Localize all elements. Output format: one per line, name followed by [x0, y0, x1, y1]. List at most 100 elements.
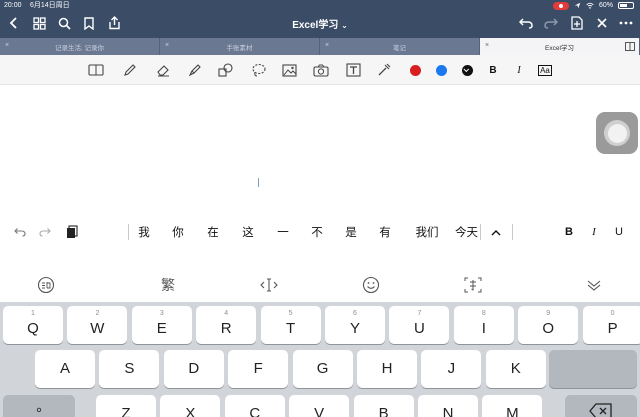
- voice-input-icon[interactable]: [36, 275, 56, 295]
- underline-format-button[interactable]: U: [609, 224, 629, 240]
- candidate-3[interactable]: 这: [238, 224, 258, 240]
- key-e[interactable]: 3E: [131, 306, 192, 344]
- back-icon[interactable]: [4, 13, 24, 33]
- delete-key[interactable]: [565, 395, 637, 417]
- candidate-8[interactable]: 我们: [409, 224, 445, 240]
- key-u[interactable]: 7U: [389, 306, 450, 344]
- paste-icon[interactable]: [62, 224, 82, 240]
- title-dropdown-icon: ⌄: [341, 21, 348, 30]
- note-canvas[interactable]: [0, 86, 640, 216]
- candidate-1[interactable]: 你: [168, 224, 188, 240]
- expand-candidates-button[interactable]: [486, 224, 506, 240]
- return-key[interactable]: [549, 350, 637, 388]
- key-m[interactable]: M: [482, 395, 543, 417]
- candidate-0[interactable]: 我: [134, 224, 154, 240]
- more-icon[interactable]: [616, 13, 636, 33]
- color-black-swatch[interactable]: [457, 60, 477, 80]
- candidate-2[interactable]: 在: [203, 224, 223, 240]
- key-z[interactable]: Z: [96, 395, 156, 417]
- candidate-7[interactable]: 有: [375, 224, 395, 240]
- tab-label: 笔记: [393, 44, 406, 52]
- redo-input-icon[interactable]: [35, 224, 55, 240]
- black-color-dot: [461, 64, 473, 76]
- italic-tool-button[interactable]: I: [509, 60, 529, 80]
- italic-format-button[interactable]: I: [584, 224, 604, 240]
- location-icon: [574, 2, 581, 9]
- undo-icon[interactable]: [516, 13, 536, 33]
- cursor-move-icon[interactable]: [259, 275, 279, 295]
- key-h[interactable]: H: [357, 350, 417, 388]
- key-g[interactable]: G: [292, 350, 353, 388]
- color-blue-swatch[interactable]: [431, 60, 451, 80]
- key-v[interactable]: V: [289, 395, 350, 417]
- delete-icon: [589, 403, 612, 417]
- key-f[interactable]: F: [228, 350, 289, 388]
- image-icon[interactable]: [279, 60, 299, 80]
- tab-close-icon[interactable]: ×: [5, 42, 9, 49]
- readonly-mode-icon[interactable]: [86, 60, 106, 80]
- close-icon[interactable]: [592, 13, 612, 33]
- candidate-6[interactable]: 是: [341, 224, 361, 240]
- key-p[interactable]: 0P: [582, 306, 640, 344]
- split-view-icon[interactable]: [623, 40, 636, 53]
- hide-keyboard-icon[interactable]: [584, 275, 604, 295]
- wifi-icon: [586, 2, 594, 9]
- key-t[interactable]: 5T: [260, 306, 321, 344]
- search-icon[interactable]: [54, 13, 74, 33]
- document-title[interactable]: Excel学习 ⌄: [292, 20, 348, 31]
- key-a[interactable]: A: [35, 350, 95, 388]
- tab-1[interactable]: × 手账素材: [160, 38, 320, 55]
- screen-recording-icon: [552, 1, 569, 10]
- candidate-5[interactable]: 不: [307, 224, 327, 240]
- key-b[interactable]: B: [353, 395, 414, 417]
- key-s[interactable]: S: [99, 350, 160, 388]
- bookmark-icon[interactable]: [79, 13, 99, 33]
- highlighter-icon[interactable]: [185, 60, 205, 80]
- key-r[interactable]: 4R: [196, 306, 257, 344]
- tab-2[interactable]: × 笔记: [320, 38, 480, 55]
- tab-close-icon[interactable]: ×: [325, 42, 329, 49]
- key-k[interactable]: K: [485, 350, 546, 388]
- lasso-icon[interactable]: [248, 60, 268, 80]
- redo-icon[interactable]: [541, 13, 561, 33]
- key-o[interactable]: 9O: [518, 306, 579, 344]
- color-red-swatch[interactable]: [405, 60, 425, 80]
- add-page-icon[interactable]: [567, 13, 587, 33]
- tab-0[interactable]: × 记录生活, 记录你: [0, 38, 160, 55]
- laser-pointer-icon[interactable]: [374, 60, 394, 80]
- key-d[interactable]: D: [163, 350, 224, 388]
- text-style-button[interactable]: Aa: [535, 60, 555, 80]
- key-y[interactable]: 6Y: [325, 306, 385, 344]
- grid-view-icon[interactable]: [29, 13, 49, 33]
- eraser-icon[interactable]: [153, 60, 173, 80]
- candidate-4[interactable]: 一: [273, 224, 293, 240]
- key-c[interactable]: C: [224, 395, 285, 417]
- pen-icon[interactable]: [120, 60, 140, 80]
- bold-format-button[interactable]: B: [559, 224, 579, 240]
- assistive-touch-button[interactable]: [596, 112, 638, 154]
- undo-input-icon[interactable]: [10, 224, 30, 240]
- emoji-icon[interactable]: [361, 275, 381, 295]
- text-box-icon[interactable]: [343, 60, 363, 80]
- text-cursor: [258, 178, 259, 187]
- shift-key[interactable]: °: [3, 395, 75, 417]
- status-time: 20:00: [4, 2, 22, 9]
- handwriting-icon[interactable]: [463, 275, 483, 295]
- shapes-icon[interactable]: [216, 60, 236, 80]
- share-icon[interactable]: [104, 13, 124, 33]
- status-date: 6月14日周日: [30, 2, 70, 9]
- key-n[interactable]: N: [418, 395, 478, 417]
- bold-tool-button[interactable]: B: [483, 60, 503, 80]
- key-x[interactable]: X: [160, 395, 221, 417]
- key-i[interactable]: 8I: [453, 306, 514, 344]
- traditional-chinese-toggle[interactable]: 繁: [158, 275, 178, 295]
- key-j[interactable]: J: [421, 350, 482, 388]
- key-q[interactable]: 1Q: [3, 306, 63, 344]
- candidate-9[interactable]: 今天: [455, 224, 479, 240]
- tab-3[interactable]: × Excel学习: [480, 38, 640, 55]
- battery-percent: 60%: [598, 2, 613, 9]
- tab-close-icon[interactable]: ×: [165, 42, 169, 49]
- tab-close-icon[interactable]: ×: [485, 42, 489, 49]
- camera-icon[interactable]: [311, 60, 331, 80]
- key-w[interactable]: 2W: [67, 306, 128, 344]
